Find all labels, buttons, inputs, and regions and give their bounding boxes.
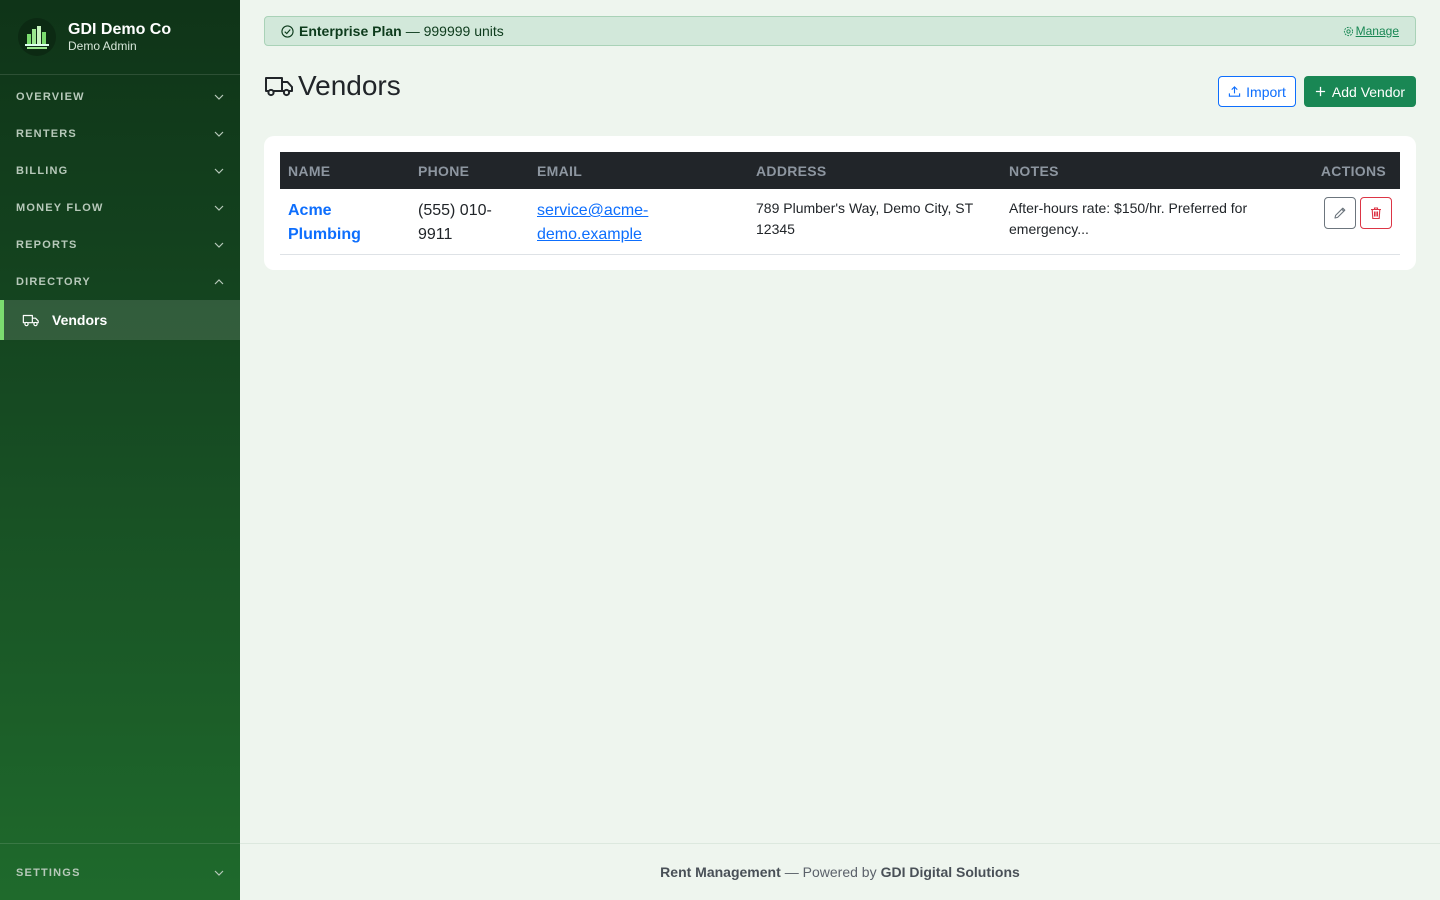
column-header-email[interactable]: EMAIL [529,152,748,189]
column-header-notes[interactable]: NOTES [1001,152,1294,189]
nav-section-renters[interactable]: RENTERS [0,115,240,152]
chevron-down-icon [214,131,224,137]
vendor-address: 789 Plumber's Way, Demo City, ST 12345 [756,200,973,237]
check-circle-icon [281,24,294,38]
manage-plan-link[interactable]: Manage [1343,24,1399,38]
brand[interactable]: GDI Demo Co Demo Admin [0,0,240,75]
footer-app-name: Rent Management [660,864,781,880]
nav-section-label: REPORTS [16,238,78,251]
page-title-text: Vendors [298,70,401,101]
truck-icon [265,77,293,97]
footer-company: GDI Digital Solutions [880,864,1020,880]
import-label: Import [1246,83,1286,100]
column-header-phone[interactable]: PHONE [410,152,529,189]
delete-vendor-button[interactable] [1360,197,1392,229]
upload-icon [1228,86,1241,97]
plus-icon [1315,86,1325,97]
nav-section-billing[interactable]: BILLING [0,152,240,189]
nav-section-directory[interactable]: DIRECTORY [0,263,240,300]
nav-section-overview[interactable]: OVERVIEW [0,78,240,115]
vendor-email-link[interactable]: service@acme-demo.example [537,202,648,243]
nav-section-label: MONEY FLOW [16,201,104,214]
sidebar-item-label: Vendors [52,312,108,328]
column-header-address[interactable]: ADDRESS [748,152,1001,189]
chevron-up-icon [214,278,224,284]
truck-icon [22,314,39,327]
trash-icon [1371,207,1381,220]
chevron-down-icon [214,242,224,248]
footer: Rent Management — Powered by GDI Digital… [240,843,1440,900]
main-content: Enterprise Plan — 999999 units Manage Ve… [240,0,1440,844]
pencil-icon [1334,207,1346,219]
vendors-table: NAME PHONE EMAIL ADDRESS NOTES ACTIONS A… [280,152,1400,255]
nav-section-label: OVERVIEW [16,90,85,103]
plan-name: Enterprise Plan [299,23,402,39]
chevron-down-icon [214,168,224,174]
add-vendor-button[interactable]: Add Vendor [1304,76,1416,107]
sidebar: GDI Demo Co Demo Admin OVERVIEW RENTERS … [0,0,240,900]
footer-powered-text: — Powered by [784,864,877,880]
import-button[interactable]: Import [1218,76,1296,107]
nav-section-settings[interactable]: SETTINGS [0,844,240,900]
plan-units: — 999999 units [405,23,504,39]
table-header-row: NAME PHONE EMAIL ADDRESS NOTES ACTIONS [280,152,1400,189]
brand-name: GDI Demo Co [68,20,172,38]
brand-logo [18,18,56,56]
vendor-name-link[interactable]: Acme Plumbing [288,202,361,243]
page-title: Vendors [264,70,401,102]
plan-banner: Enterprise Plan — 999999 units Manage [264,16,1416,46]
nav-section-label: RENTERS [16,127,77,140]
nav-section-reports[interactable]: REPORTS [0,226,240,263]
vendor-notes: After-hours rate: $150/hr. Preferred for… [1009,200,1248,237]
chevron-down-icon [214,94,224,100]
sidebar-footer: SETTINGS [0,843,240,900]
table-row: Acme Plumbing (555) 010-9911 service@acm… [280,189,1400,254]
nav-section-money-flow[interactable]: MONEY FLOW [0,189,240,226]
brand-subtitle: Demo Admin [68,38,137,53]
nav-section-label: DIRECTORY [16,275,91,288]
add-vendor-label: Add Vendor [1331,83,1406,100]
chevron-down-icon [214,870,224,876]
chevron-down-icon [214,205,224,211]
sidebar-item-vendors[interactable]: Vendors [0,300,240,340]
nav-section-label: BILLING [16,164,69,177]
edit-vendor-button[interactable] [1324,197,1356,229]
column-header-name[interactable]: NAME [280,152,410,189]
column-header-actions: ACTIONS [1320,162,1386,179]
vendors-card: NAME PHONE EMAIL ADDRESS NOTES ACTIONS A… [264,136,1416,270]
vendor-phone: (555) 010-9911 [418,202,492,243]
nav-section-label: SETTINGS [16,866,81,879]
gear-icon [1343,26,1353,36]
manage-label: Manage [1355,24,1399,38]
